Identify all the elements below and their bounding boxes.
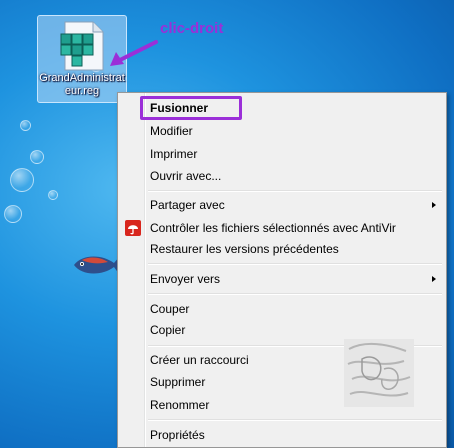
menu-item-label: Partager avec [150, 198, 225, 212]
file-name-label: GrandAdministrateur.reg [39, 72, 125, 97]
menu-item-label: Renommer [150, 398, 210, 412]
annotation-highlight-box [140, 96, 242, 120]
menu-item-antivir[interactable]: Contrôler les fichiers sélectionnés avec… [120, 217, 444, 239]
annotation-label: clic-droit [160, 20, 224, 37]
menu-item-label: Couper [150, 302, 190, 316]
menu-item-restaurer-versions[interactable]: Restaurer les versions précédentes [120, 238, 444, 260]
menu-item-modifier[interactable]: Modifier [120, 120, 444, 142]
desktop: GrandAdministrateur.reg clic-droit Fusio… [0, 0, 454, 448]
menu-item-imprimer[interactable]: Imprimer [120, 143, 444, 165]
menu-item-label: Modifier [150, 124, 193, 138]
menu-item-label: Imprimer [150, 147, 198, 161]
submenu-arrow-icon [432, 202, 436, 208]
menu-item-label: Restaurer les versions précédentes [150, 242, 339, 256]
menu-item-copier[interactable]: Copier [120, 319, 444, 341]
menu-item-label: Supprimer [150, 375, 206, 389]
menu-separator [148, 419, 442, 421]
watermark-image [344, 339, 414, 407]
menu-item-envoyer-vers[interactable]: Envoyer vers [120, 268, 444, 290]
submenu-arrow-icon [432, 276, 436, 282]
bubble-decoration [30, 150, 44, 164]
menu-item-label: Créer un raccourci [150, 353, 249, 367]
fish-wallpaper-image [74, 256, 120, 274]
bubble-decoration [20, 120, 31, 131]
menu-item-ouvrir-avec[interactable]: Ouvrir avec... [120, 165, 444, 187]
menu-separator [148, 190, 442, 192]
menu-item-label: Propriétés [150, 428, 205, 442]
registry-file-icon [60, 21, 104, 71]
menu-item-label: Contrôler les fichiers sélectionnés avec… [150, 221, 396, 235]
menu-item-label: Envoyer vers [150, 272, 221, 286]
menu-item-proprietes[interactable]: Propriétés [120, 424, 444, 446]
menu-item-couper[interactable]: Couper [120, 298, 444, 320]
menu-item-label: Copier [150, 323, 186, 337]
bubble-decoration [48, 190, 58, 200]
annotation-arrow-icon [110, 40, 158, 66]
menu-item-partager-avec[interactable]: Partager avec [120, 194, 444, 216]
bubble-decoration [4, 205, 22, 223]
menu-separator [148, 293, 442, 295]
menu-item-label: Ouvrir avec... [150, 169, 222, 183]
bubble-decoration [10, 168, 34, 192]
antivir-umbrella-icon [125, 220, 141, 236]
menu-separator [148, 263, 442, 265]
